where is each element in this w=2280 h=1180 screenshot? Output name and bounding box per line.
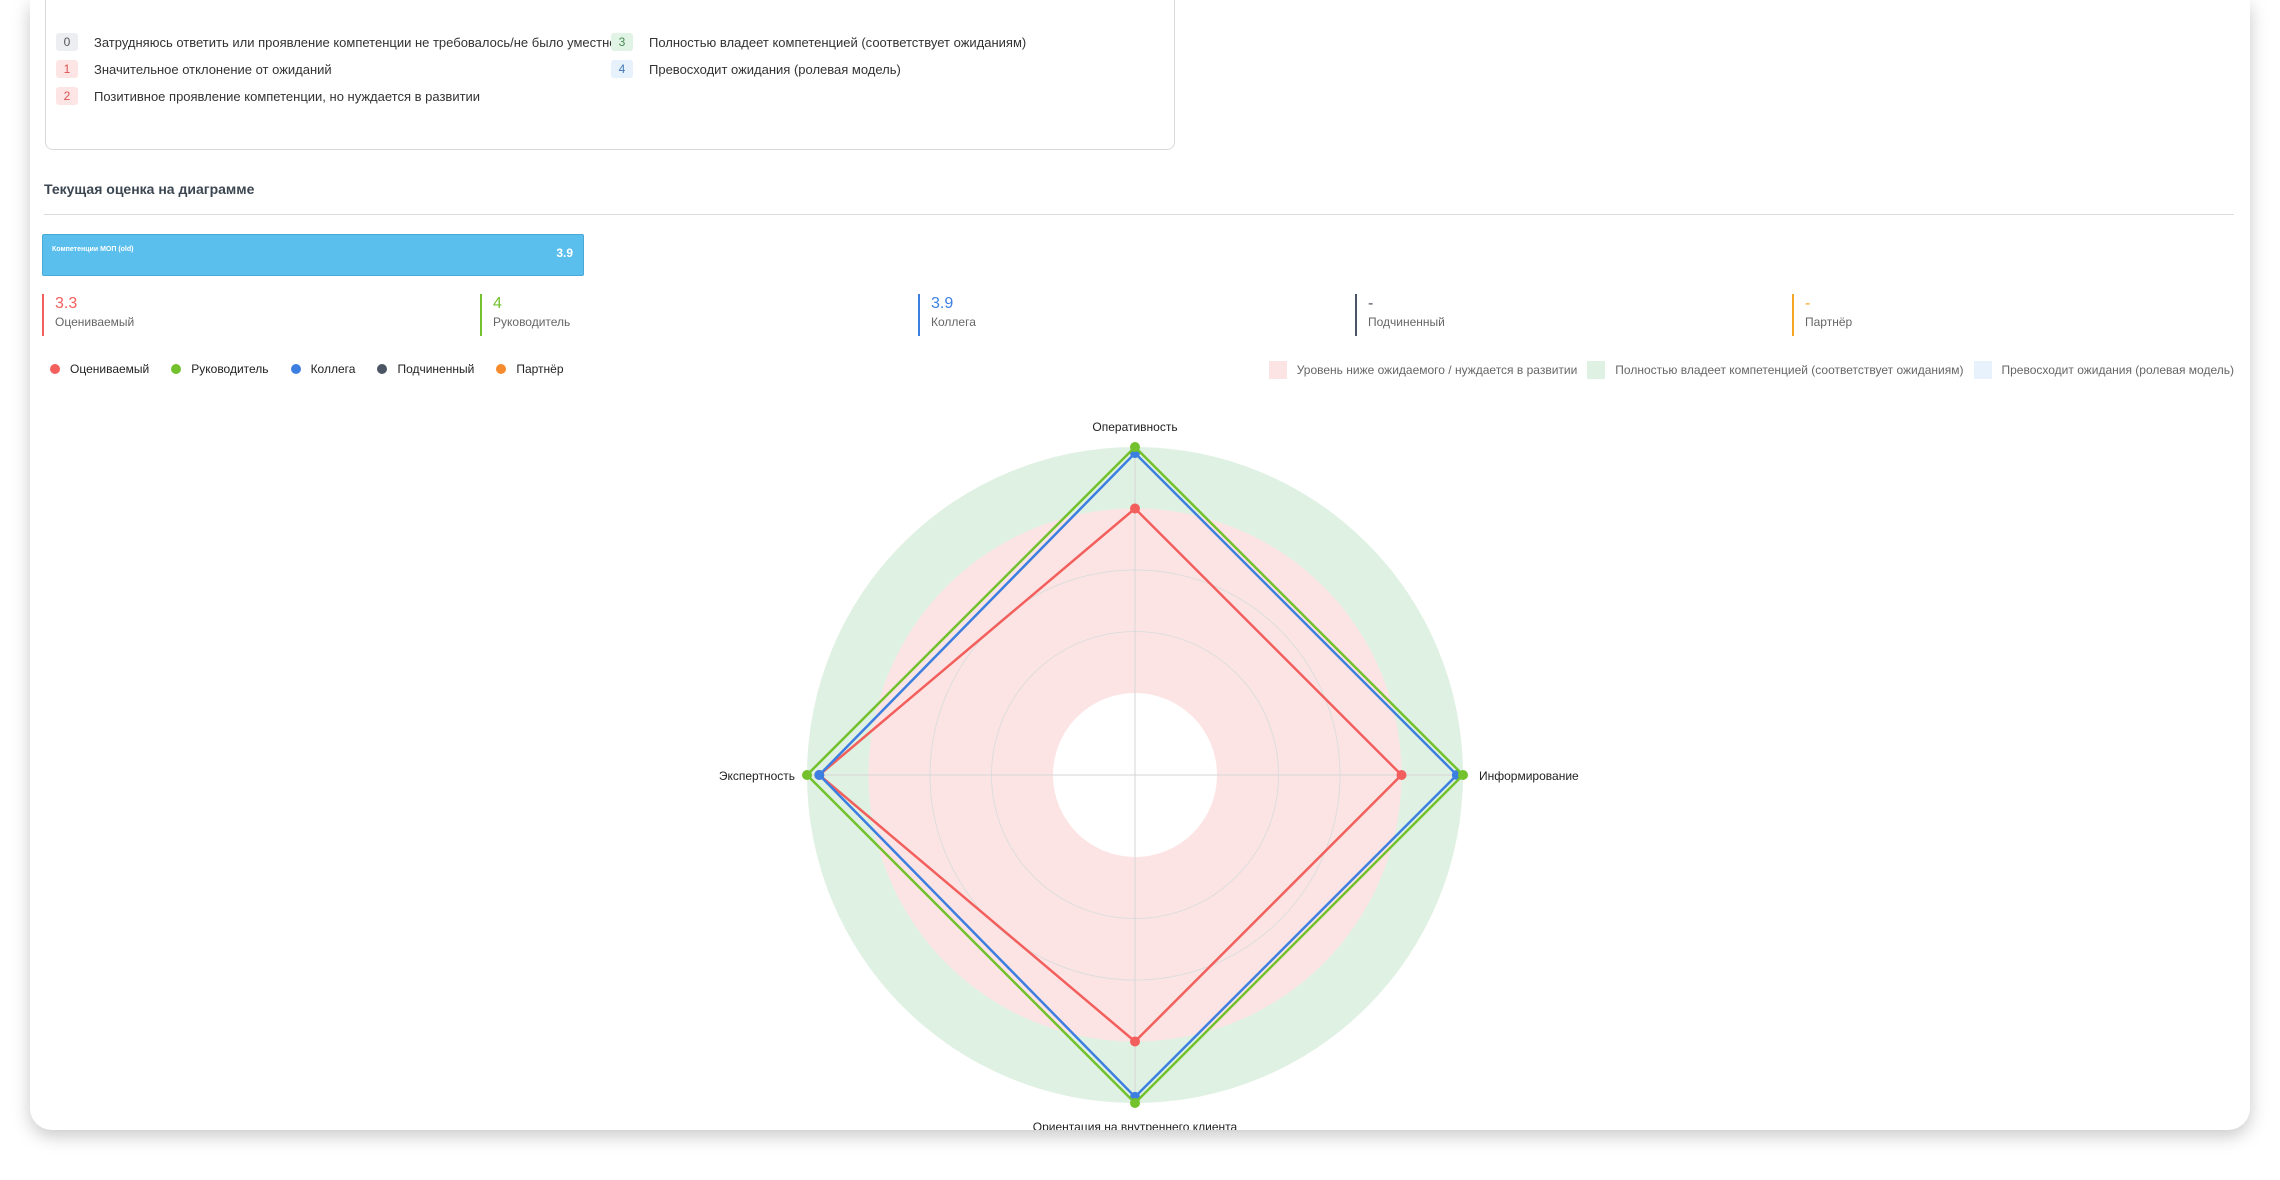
radar-chart: Оперативность Информирование Ориентация на…	[719, 420, 1579, 1130]
series-point	[814, 770, 825, 780]
series-point	[1130, 503, 1140, 514]
series-point	[1130, 1036, 1140, 1047]
series-point	[1130, 442, 1140, 452]
axis-label: Оперативность	[1092, 420, 1177, 434]
assessment-card: 0 Затрудняюсь ответить или проявление ко…	[30, 0, 2250, 1130]
series-point	[1396, 770, 1407, 780]
axis-label: Информирование	[1479, 769, 1579, 783]
series-point	[1458, 770, 1468, 780]
series-point	[1130, 1098, 1140, 1108]
axis-label: Ориентация на внутреннего клиента	[1033, 1120, 1238, 1130]
series-point	[802, 770, 812, 780]
axis-label: Экспертность	[719, 769, 795, 783]
